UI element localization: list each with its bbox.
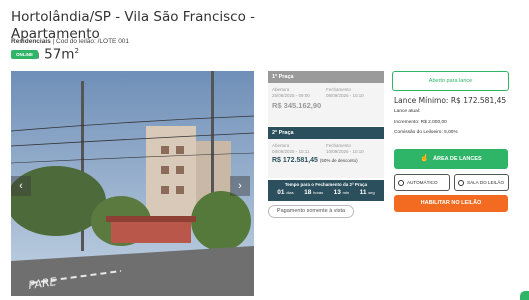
opening-date: 08/09/2025 - 10:11 <box>272 148 310 154</box>
second-auction-price-value: R$ 172.581,45 <box>272 157 318 164</box>
second-auction-card: 2ª Praça Abertura 08/09/2025 - 10:11 Fec… <box>268 127 384 178</box>
bid-area-button[interactable]: ☝ ÁREA DE LANCES <box>394 149 508 169</box>
opening-date: 25/08/2025 - 09:00 <box>272 92 310 98</box>
seconds-label: seg <box>368 190 375 195</box>
bid-area-label: ÁREA DE LANCES <box>433 156 482 162</box>
radio-circle-icon <box>458 179 464 186</box>
auctioneer-commission: Comissão do Leiloeiro: 5,00% <box>394 130 458 135</box>
hand-pointer-icon: ☝ <box>420 155 429 162</box>
bid-increment: Incremento: R$ 2.000,00 <box>394 120 447 125</box>
second-auction-header: 2ª Praça <box>268 127 384 139</box>
countdown-days: 01 <box>277 189 285 196</box>
second-auction-dates: Abertura 08/09/2025 - 10:11 Fechamento 1… <box>268 139 384 154</box>
first-auction-dates: Abertura 25/08/2025 - 09:00 Fechamento 0… <box>268 83 384 98</box>
first-auction-price: R$ 345.162,90 <box>272 101 322 110</box>
auction-room-toggle[interactable]: SALA DO LEILÃO <box>454 174 509 191</box>
minutes-label: min <box>342 190 350 195</box>
countdown-minutes: 13 <box>333 189 341 196</box>
countdown-values: 01 dias 18 horas 13 min 11 seg <box>268 187 384 196</box>
closing-date: 10/09/2025 - 10:10 <box>326 148 364 154</box>
closing-date: 08/09/2025 - 10:10 <box>326 92 364 98</box>
photo-next-button[interactable]: › <box>230 176 250 196</box>
days-label: dias <box>286 190 294 195</box>
automatic-label: AUTOMÁTICO <box>407 180 438 185</box>
property-photo[interactable]: PARE ‹ › <box>11 71 254 296</box>
current-bid: Lance atual: <box>394 109 421 114</box>
hours-label: horas <box>313 190 324 195</box>
first-auction-header: 1ª Praça <box>268 71 384 83</box>
second-auction-price: R$ 172.581,45 (50% de desconto) <box>268 154 384 164</box>
minimum-bid: Lance Mínimo: R$ 172.581,45 <box>394 96 507 105</box>
title-superscript: 2 <box>74 47 79 55</box>
chevron-right-icon: › <box>238 180 242 192</box>
category-label[interactable]: Residenciais <box>11 38 51 45</box>
countdown-seconds: 11 <box>359 189 367 196</box>
photo-prev-button[interactable]: ‹ <box>11 176 31 196</box>
page-title: Hortolândia/SP - Vila São Francisco - Ap… <box>11 9 271 64</box>
radio-circle-icon <box>398 179 404 186</box>
lot-code: | Cod do leilão: /LOTE 001 <box>50 38 130 45</box>
first-auction-card: 1ª Praça Abertura 25/08/2025 - 09:00 Fec… <box>268 71 384 126</box>
payment-condition-pill: Pagamento somente à vista <box>268 205 354 218</box>
open-for-bids-button[interactable]: Aberto para lance <box>392 71 509 91</box>
chat-widget-icon[interactable] <box>520 291 529 300</box>
discount-note: (50% de desconto) <box>319 158 358 163</box>
auction-room-label: SALA DO LEILÃO <box>467 180 505 185</box>
countdown-timer: Tempo para o Fechamento da 2ª Praça 01 d… <box>268 180 384 201</box>
lot-subline: Residenciais | Cod do leilão: /LOTE 001 <box>11 38 129 45</box>
status-badge: ONLINE <box>11 50 38 59</box>
automatic-bid-toggle[interactable]: AUTOMÁTICO <box>394 174 450 191</box>
photo-illustration: PARE <box>11 71 254 296</box>
chevron-left-icon: ‹ <box>19 180 23 192</box>
countdown-hours: 18 <box>304 189 312 196</box>
register-auction-button[interactable]: HABILITAR NO LEILÃO <box>394 195 508 212</box>
countdown-title: Tempo para o Fechamento da 2ª Praça <box>284 182 368 187</box>
